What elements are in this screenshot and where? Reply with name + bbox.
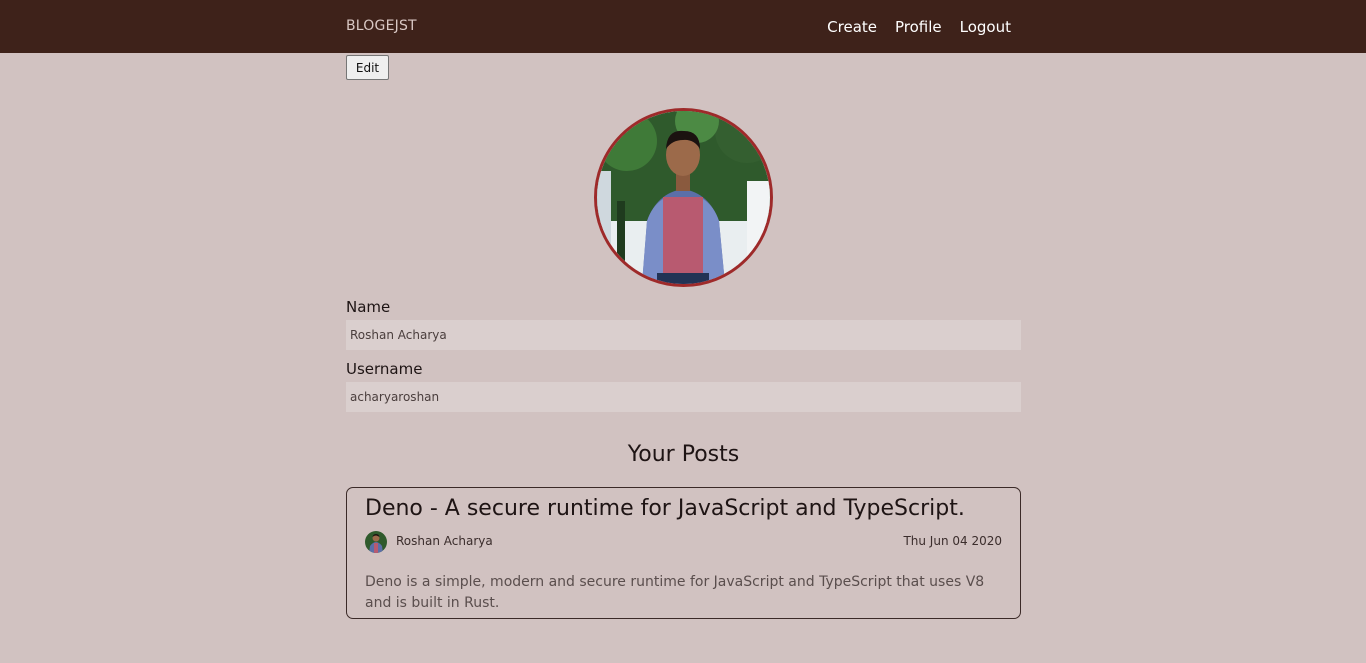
your-posts-heading: Your Posts: [627, 442, 740, 467]
username-label: Username: [346, 360, 423, 378]
nav-logout-link[interactable]: Logout: [960, 18, 1011, 36]
name-field[interactable]: [346, 320, 1021, 350]
nav-links: Create Profile Logout: [827, 0, 1011, 53]
top-navbar: BLOGEJST Create Profile Logout: [0, 0, 1366, 53]
edit-button[interactable]: Edit: [346, 55, 389, 80]
nav-create-link[interactable]: Create: [827, 18, 877, 36]
profile-avatar: [594, 108, 773, 287]
name-label: Name: [346, 298, 391, 316]
post-card[interactable]: Deno - A secure runtime for JavaScript a…: [346, 487, 1021, 619]
author-avatar: [365, 531, 387, 553]
post-excerpt: Deno is a simple, modern and secure runt…: [365, 574, 985, 611]
post-title[interactable]: Deno - A secure runtime for JavaScript a…: [365, 496, 965, 521]
brand-logo[interactable]: BLOGEJST: [346, 0, 417, 53]
post-date: Thu Jun 04 2020: [903, 534, 1002, 548]
username-field[interactable]: [346, 382, 1021, 412]
author-name: Roshan Acharya: [396, 534, 493, 548]
nav-profile-link[interactable]: Profile: [895, 18, 942, 36]
